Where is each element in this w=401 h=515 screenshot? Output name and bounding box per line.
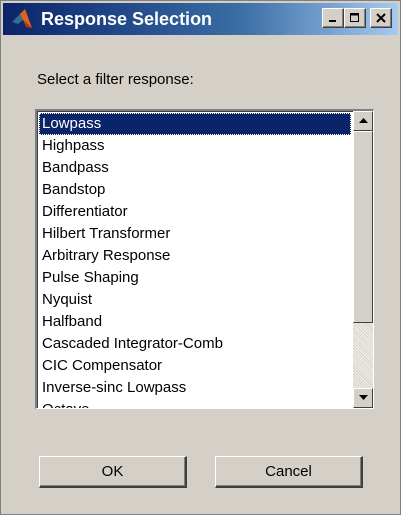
window-title: Response Selection <box>41 8 213 29</box>
matlab-logo-icon <box>9 6 35 32</box>
arrow-up-icon <box>358 118 368 123</box>
window-controls <box>322 8 392 28</box>
close-button[interactable] <box>370 8 392 28</box>
maximize-icon <box>350 13 359 22</box>
list-item-nyquist[interactable]: Nyquist <box>39 289 351 311</box>
filter-response-list: Lowpass Highpass Bandpass Bandstop Diffe… <box>39 113 351 408</box>
list-item-inverse-sinc-lowpass[interactable]: Inverse-sinc Lowpass <box>39 377 351 399</box>
list-item-pulse-shaping[interactable]: Pulse Shaping <box>39 267 351 289</box>
vertical-scrollbar[interactable] <box>353 111 373 408</box>
list-item-octave[interactable]: Octave <box>39 399 351 408</box>
ok-button[interactable]: OK <box>39 456 187 488</box>
scrollbar-thumb[interactable] <box>353 131 373 323</box>
list-item-bandstop[interactable]: Bandstop <box>39 179 351 201</box>
list-item-highpass[interactable]: Highpass <box>39 135 351 157</box>
response-selection-dialog: Response Selection Select a filter respo… <box>0 0 401 515</box>
cancel-button[interactable]: Cancel <box>215 456 363 488</box>
scroll-up-button[interactable] <box>353 111 373 131</box>
minimize-icon <box>329 20 336 22</box>
list-item-arbitrary-response[interactable]: Arbitrary Response <box>39 245 351 267</box>
close-icon <box>376 13 386 23</box>
title-bar[interactable]: Response Selection <box>3 3 398 35</box>
filter-response-prompt: Select a filter response: <box>37 71 194 88</box>
list-item-lowpass[interactable]: Lowpass <box>39 113 351 135</box>
filter-response-listbox[interactable]: Lowpass Highpass Bandpass Bandstop Diffe… <box>35 109 374 409</box>
list-item-cic-compensator[interactable]: CIC Compensator <box>39 355 351 377</box>
arrow-down-icon <box>358 395 368 400</box>
list-item-cascaded-integrator-comb[interactable]: Cascaded Integrator-Comb <box>39 333 351 355</box>
list-item-halfband[interactable]: Halfband <box>39 311 351 333</box>
maximize-button[interactable] <box>344 8 366 28</box>
scroll-down-button[interactable] <box>353 388 373 408</box>
list-item-bandpass[interactable]: Bandpass <box>39 157 351 179</box>
list-item-hilbert-transformer[interactable]: Hilbert Transformer <box>39 223 351 245</box>
minimize-button[interactable] <box>322 8 344 28</box>
list-item-differentiator[interactable]: Differentiator <box>39 201 351 223</box>
